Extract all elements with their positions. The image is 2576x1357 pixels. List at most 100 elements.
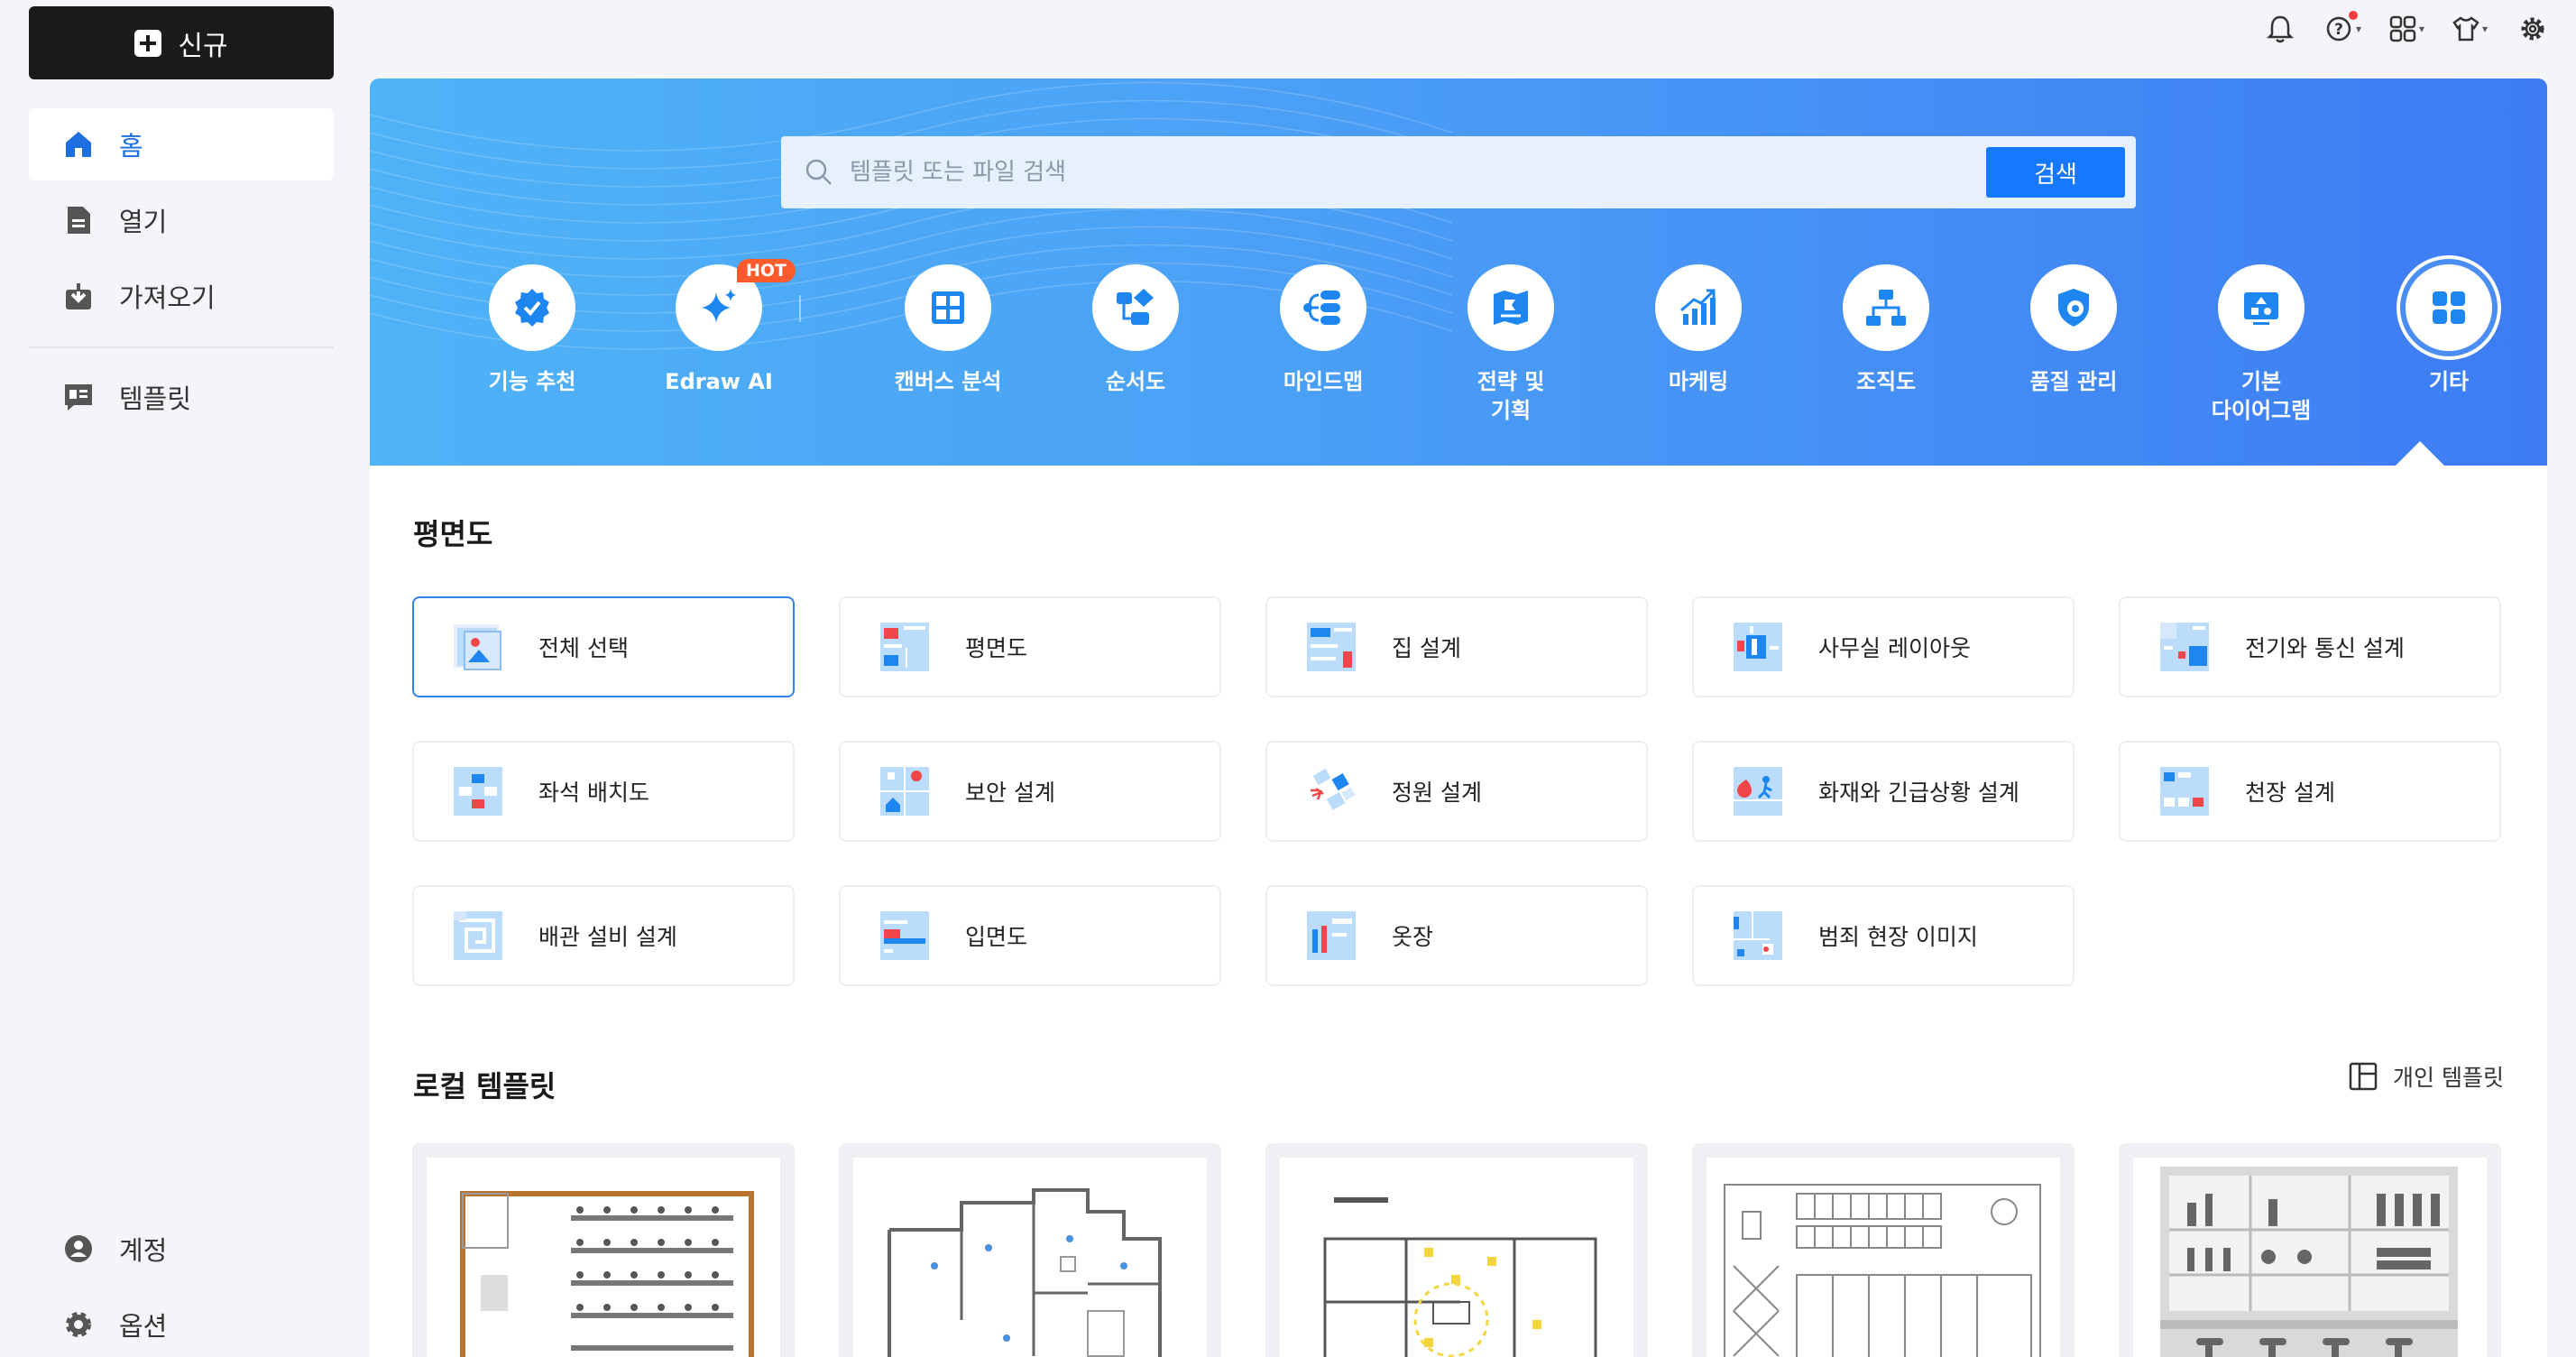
category-canvas-analysis[interactable]: 캔버스 분석 — [854, 264, 1042, 396]
template-select-all[interactable]: 전체 선택 — [412, 596, 795, 697]
new-button-label: 신규 — [178, 30, 228, 62]
search-input[interactable] — [850, 159, 2136, 186]
svg-text:?: ? — [2334, 21, 2343, 39]
sidebar-item-label: 열기 — [119, 207, 168, 237]
category-other[interactable]: 기타 — [2355, 264, 2543, 396]
help-icon[interactable]: ? ▾ — [2325, 11, 2361, 47]
gear-icon[interactable] — [2515, 11, 2551, 47]
template-seating-chart[interactable]: 좌석 배치도 — [412, 741, 795, 842]
top-toolbar: ? ▾ ▾ ▾ — [2262, 11, 2551, 47]
category-feature-recommend[interactable]: 기능 추천 — [438, 264, 626, 396]
category-mindmap[interactable]: 마인드맵 — [1229, 264, 1417, 396]
category-basic-diagram[interactable]: 기본 다이어그램 — [2167, 264, 2355, 425]
account-icon — [63, 1233, 94, 1264]
apps-icon[interactable]: ▾ — [2388, 11, 2424, 47]
mindmap-icon — [1280, 264, 1366, 351]
category-label: 전략 및 기획 — [1477, 369, 1545, 423]
category-label: 기타 — [2428, 369, 2470, 394]
sidebar-item-import[interactable]: 가져오기 — [29, 260, 334, 332]
template-security-design[interactable]: 보안 설계 — [839, 741, 1221, 842]
tshirt-icon[interactable]: ▾ — [2452, 11, 2488, 47]
local-template-thumbnail — [427, 1158, 780, 1357]
ceiling-design-icon — [2160, 767, 2209, 816]
template-label: 옷장 — [1392, 924, 1434, 950]
hero-banner: 검색 기능 추천 HOT Edraw AI 캔버스 분석 — [370, 78, 2547, 466]
template-label: 좌석 배치도 — [538, 780, 649, 806]
other-grid-icon — [2406, 264, 2492, 351]
house-design-icon — [1307, 623, 1356, 671]
sidebar-item-home[interactable]: 홈 — [29, 108, 334, 180]
template-floorplan[interactable]: 평면도 — [839, 596, 1221, 697]
fire-emergency-icon — [1734, 767, 1782, 816]
template-label: 전기와 통신 설계 — [2245, 635, 2405, 661]
sidebar-divider — [29, 346, 334, 348]
search-button[interactable]: 검색 — [1986, 147, 2125, 198]
strategy-map-icon — [1467, 264, 1554, 351]
sidebar: 신규 홈 열기 가져오기 템플릿 계정 옵션 — [0, 0, 363, 1357]
category-label: 기본 다이어그램 — [2211, 369, 2312, 423]
sidebar-item-open[interactable]: 열기 — [29, 184, 334, 256]
layout-panel-icon — [2349, 1062, 2378, 1091]
chevron-down-icon: ▾ — [2481, 23, 2488, 35]
sidebar-item-label: 계정 — [119, 1235, 168, 1266]
chevron-down-icon: ▾ — [2418, 23, 2424, 35]
category-quality[interactable]: 품질 관리 — [1980, 264, 2167, 396]
template-elevation[interactable]: 입면도 — [839, 885, 1221, 986]
new-button[interactable]: 신규 — [29, 6, 334, 79]
local-template-card[interactable] — [2119, 1143, 2501, 1357]
sidebar-item-templates[interactable]: 템플릿 — [29, 361, 334, 433]
main-panel: 검색 기능 추천 HOT Edraw AI 캔버스 분석 — [370, 78, 2547, 1357]
template-fire-emergency[interactable]: 화재와 긴급상황 설계 — [1692, 741, 2075, 842]
sidebar-item-label: 템플릿 — [119, 383, 192, 414]
template-garden-design[interactable]: 정원 설계 — [1265, 741, 1648, 842]
template-label: 전체 선택 — [538, 635, 629, 661]
security-design-icon — [880, 767, 929, 816]
select-all-icon — [454, 624, 501, 670]
template-office-layout[interactable]: 사무실 레이아웃 — [1692, 596, 2075, 697]
template-icon — [63, 382, 94, 412]
template-label: 보안 설계 — [965, 780, 1055, 806]
local-template-card[interactable] — [412, 1143, 795, 1357]
sidebar-item-account[interactable]: 계정 — [29, 1213, 334, 1285]
local-template-thumbnail — [2133, 1158, 2487, 1357]
local-template-thumbnail — [1280, 1158, 1633, 1357]
category-label: 기능 추천 — [488, 369, 576, 394]
template-crime-scene[interactable]: 범죄 현장 이미지 — [1692, 885, 2075, 986]
flowchart-icon — [1092, 264, 1179, 351]
template-electrical-telecom[interactable]: 전기와 통신 설계 — [2119, 596, 2501, 697]
section-title-local-templates: 로컬 템플릿 — [413, 1069, 557, 1103]
category-flowchart[interactable]: 순서도 — [1042, 264, 1229, 396]
crime-scene-icon — [1734, 911, 1782, 960]
local-template-card[interactable] — [1692, 1143, 2075, 1357]
notification-dot — [2349, 11, 2358, 20]
local-template-card[interactable] — [839, 1143, 1221, 1357]
closet-icon — [1307, 911, 1356, 960]
template-label: 천장 설계 — [2245, 780, 2335, 806]
template-closet[interactable]: 옷장 — [1265, 885, 1648, 986]
seating-chart-icon — [454, 767, 502, 816]
category-label: 마인드맵 — [1283, 369, 1364, 394]
org-chart-icon — [1843, 264, 1929, 351]
category-edraw-ai[interactable]: HOT Edraw AI — [625, 259, 813, 396]
category-label: 캔버스 분석 — [894, 369, 1002, 394]
category-marketing[interactable]: 마케팅 — [1605, 264, 1792, 396]
template-label: 사무실 레이아웃 — [1818, 635, 1971, 661]
category-org-chart[interactable]: 조직도 — [1792, 264, 1980, 396]
sidebar-item-options[interactable]: 옵션 — [29, 1288, 334, 1357]
hot-badge: HOT — [737, 259, 796, 282]
template-label: 배관 설비 설계 — [538, 924, 677, 950]
bell-icon[interactable] — [2262, 11, 2298, 47]
personal-templates-link[interactable]: 개인 템플릿 — [2348, 1060, 2504, 1093]
marketing-chart-icon — [1655, 264, 1742, 351]
file-icon — [63, 205, 94, 235]
category-label: 품질 관리 — [2029, 369, 2118, 394]
canvas-grid-icon — [905, 264, 991, 351]
electrical-telecom-icon — [2160, 623, 2209, 671]
template-plumbing[interactable]: 배관 설비 설계 — [412, 885, 795, 986]
category-strategy-planning[interactable]: 전략 및 기획 — [1417, 264, 1605, 425]
template-house-design[interactable]: 집 설계 — [1265, 596, 1648, 697]
personal-templates-label: 개인 템플릿 — [2393, 1065, 2504, 1091]
template-ceiling-design[interactable]: 천장 설계 — [2119, 741, 2501, 842]
category-separator — [799, 295, 801, 322]
local-template-card[interactable] — [1265, 1143, 1648, 1357]
